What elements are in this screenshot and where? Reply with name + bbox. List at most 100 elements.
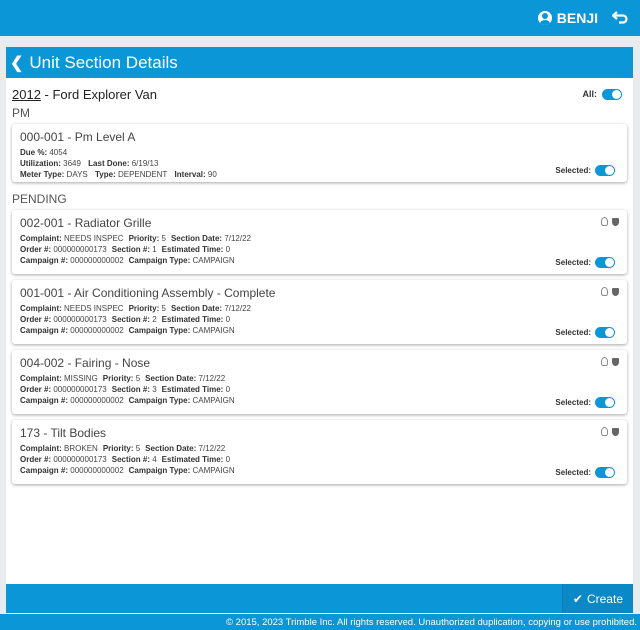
field-label: Priority: [128, 304, 160, 313]
pm-card[interactable]: 000-001 - Pm Level A Due %: 4054 Utiliza… [12, 124, 627, 182]
selected-toggle[interactable] [595, 327, 615, 338]
field-value: CAMPAIGN [192, 396, 235, 405]
shield-icon[interactable] [612, 357, 619, 366]
field-value: CAMPAIGN [192, 326, 235, 335]
field-value: 90 [207, 170, 217, 179]
pending-card[interactable]: 173 - Tilt Bodies Complaint: BROKEN Priori… [12, 420, 627, 484]
card-line: Complaint: BROKEN Priority: 5 Section Date… [20, 443, 619, 454]
panel-header[interactable]: ❮ Unit Section Details [6, 47, 633, 78]
field-label: Interval: [174, 170, 206, 179]
field-value: 7/12/22 [198, 444, 226, 453]
field-label: Campaign #: [20, 256, 69, 265]
field-label: Last Done: [88, 159, 130, 168]
field-label: Campaign #: [20, 466, 69, 475]
field-value: 7/12/22 [198, 374, 226, 383]
shield-icon[interactable] [612, 287, 619, 296]
field-label: Section #: [111, 455, 150, 464]
vehicle-year-link[interactable]: 2012 [12, 87, 41, 102]
create-button[interactable]: ✔ Create [561, 584, 633, 613]
field-value: 2 [152, 315, 157, 324]
copyright-text: © 2015, 2023 Trimble Inc. All rights res… [226, 616, 637, 628]
field-label: Estimated Time: [161, 455, 224, 464]
field-label: Section Date: [145, 444, 197, 453]
user-name: BENJI [556, 10, 598, 26]
field-value: 000000000002 [70, 256, 124, 265]
vehicle-row: 2012 - Ford Explorer Van All: [6, 78, 633, 102]
field-value: 5 [135, 444, 141, 453]
vehicle-separator: - [40, 86, 53, 102]
card-line: Order #: 000000000173 Section #: 3 Estimat… [20, 384, 619, 395]
card-title: 173 - Tilt Bodies [20, 426, 107, 440]
field-label: Type: [94, 170, 116, 179]
field-label: Section Date: [170, 304, 223, 313]
pending-card[interactable]: 004-002 - Fairing - Nose Complaint: MISSI… [12, 350, 627, 414]
field-value: 0 [225, 385, 231, 394]
field-label: Campaign Type: [128, 466, 191, 475]
card-icons [601, 217, 619, 226]
field-label: Order #: [20, 245, 52, 254]
user-menu[interactable]: BENJI [537, 10, 598, 26]
selected-toggle[interactable] [595, 165, 615, 176]
field-value: 000000000002 [70, 326, 124, 335]
field-label: Section Date: [145, 374, 197, 383]
field-value: 7/12/22 [224, 234, 252, 243]
pending-card[interactable]: 002-001 - Radiator Grille Complaint: NEED… [12, 210, 627, 274]
selected-toggle[interactable] [595, 257, 615, 268]
shield-icon[interactable] [612, 427, 619, 436]
field-value: 6/19/13 [131, 159, 159, 168]
field-value: 3649 [63, 159, 81, 168]
field-label: Priority: [102, 444, 134, 453]
shield-icon[interactable] [612, 217, 619, 226]
card-line: Order #: 000000000173 Section #: 2 Estimat… [20, 314, 619, 325]
check-icon: ✔ [572, 591, 583, 606]
field-label: Estimated Time: [161, 385, 224, 394]
copyright-footer: © 2015, 2023 Trimble Inc. All rights res… [0, 614, 640, 630]
field-label: Priority: [128, 234, 160, 243]
field-label: Estimated Time: [161, 315, 224, 324]
field-label: Section #: [111, 385, 150, 394]
bottom-action-bar: ✔ Create [6, 584, 633, 613]
field-label: Complaint: [20, 234, 62, 243]
card-line: Order #: 000000000173 Section #: 1 Estimat… [20, 244, 619, 255]
card-icons [601, 427, 619, 436]
card-line: Complaint: MISSING Priority: 5 Section Dat… [20, 373, 619, 384]
lightbulb-icon[interactable] [601, 217, 608, 226]
field-value: 0 [225, 245, 231, 254]
all-toggle[interactable] [602, 88, 622, 100]
field-value: 1 [152, 245, 157, 254]
field-value: BROKEN [64, 444, 98, 453]
field-value: DEPENDENT [117, 170, 168, 179]
field-label: Meter Type: [20, 170, 65, 179]
field-label: Section #: [111, 245, 150, 254]
field-value: 000000000173 [53, 245, 107, 254]
card-icons [601, 357, 619, 366]
selected-toggle[interactable] [595, 467, 615, 478]
field-value: CAMPAIGN [192, 256, 235, 265]
field-label: Campaign Type: [128, 326, 191, 335]
selected-toggle-group: Selected: [555, 467, 619, 478]
pm-section-label: PM [12, 106, 30, 120]
selected-label: Selected: [555, 398, 591, 407]
lightbulb-icon[interactable] [601, 357, 608, 366]
return-icon[interactable] [612, 10, 628, 26]
field-label: Order #: [20, 315, 52, 324]
vehicle-info: 2012 - Ford Explorer Van [12, 87, 157, 102]
pending-card[interactable]: 001-001 - Air Conditioning Assembly - Co… [12, 280, 627, 344]
lightbulb-icon[interactable] [601, 427, 608, 436]
field-value: 000000000173 [53, 315, 107, 324]
field-label: Priority: [102, 374, 134, 383]
field-value: 000000000002 [70, 466, 124, 475]
field-value: 000000000173 [53, 455, 107, 464]
selected-toggle-group: Selected: [555, 165, 619, 176]
card-line: Meter Type: DAYS Type: DEPENDENT Interva… [20, 169, 619, 180]
all-label: All: [582, 89, 598, 99]
chevron-left-icon[interactable]: ❮ [10, 53, 23, 73]
field-value: 0 [225, 315, 231, 324]
field-label: Campaign #: [20, 326, 69, 335]
lightbulb-icon[interactable] [601, 287, 608, 296]
card-line: Order #: 000000000173 Section #: 4 Estimat… [20, 454, 619, 465]
selected-toggle[interactable] [595, 397, 615, 408]
field-label: Complaint: [20, 304, 62, 313]
field-label: Campaign Type: [128, 396, 191, 405]
card-title: 001-001 - Air Conditioning Assembly - Co… [20, 286, 276, 300]
